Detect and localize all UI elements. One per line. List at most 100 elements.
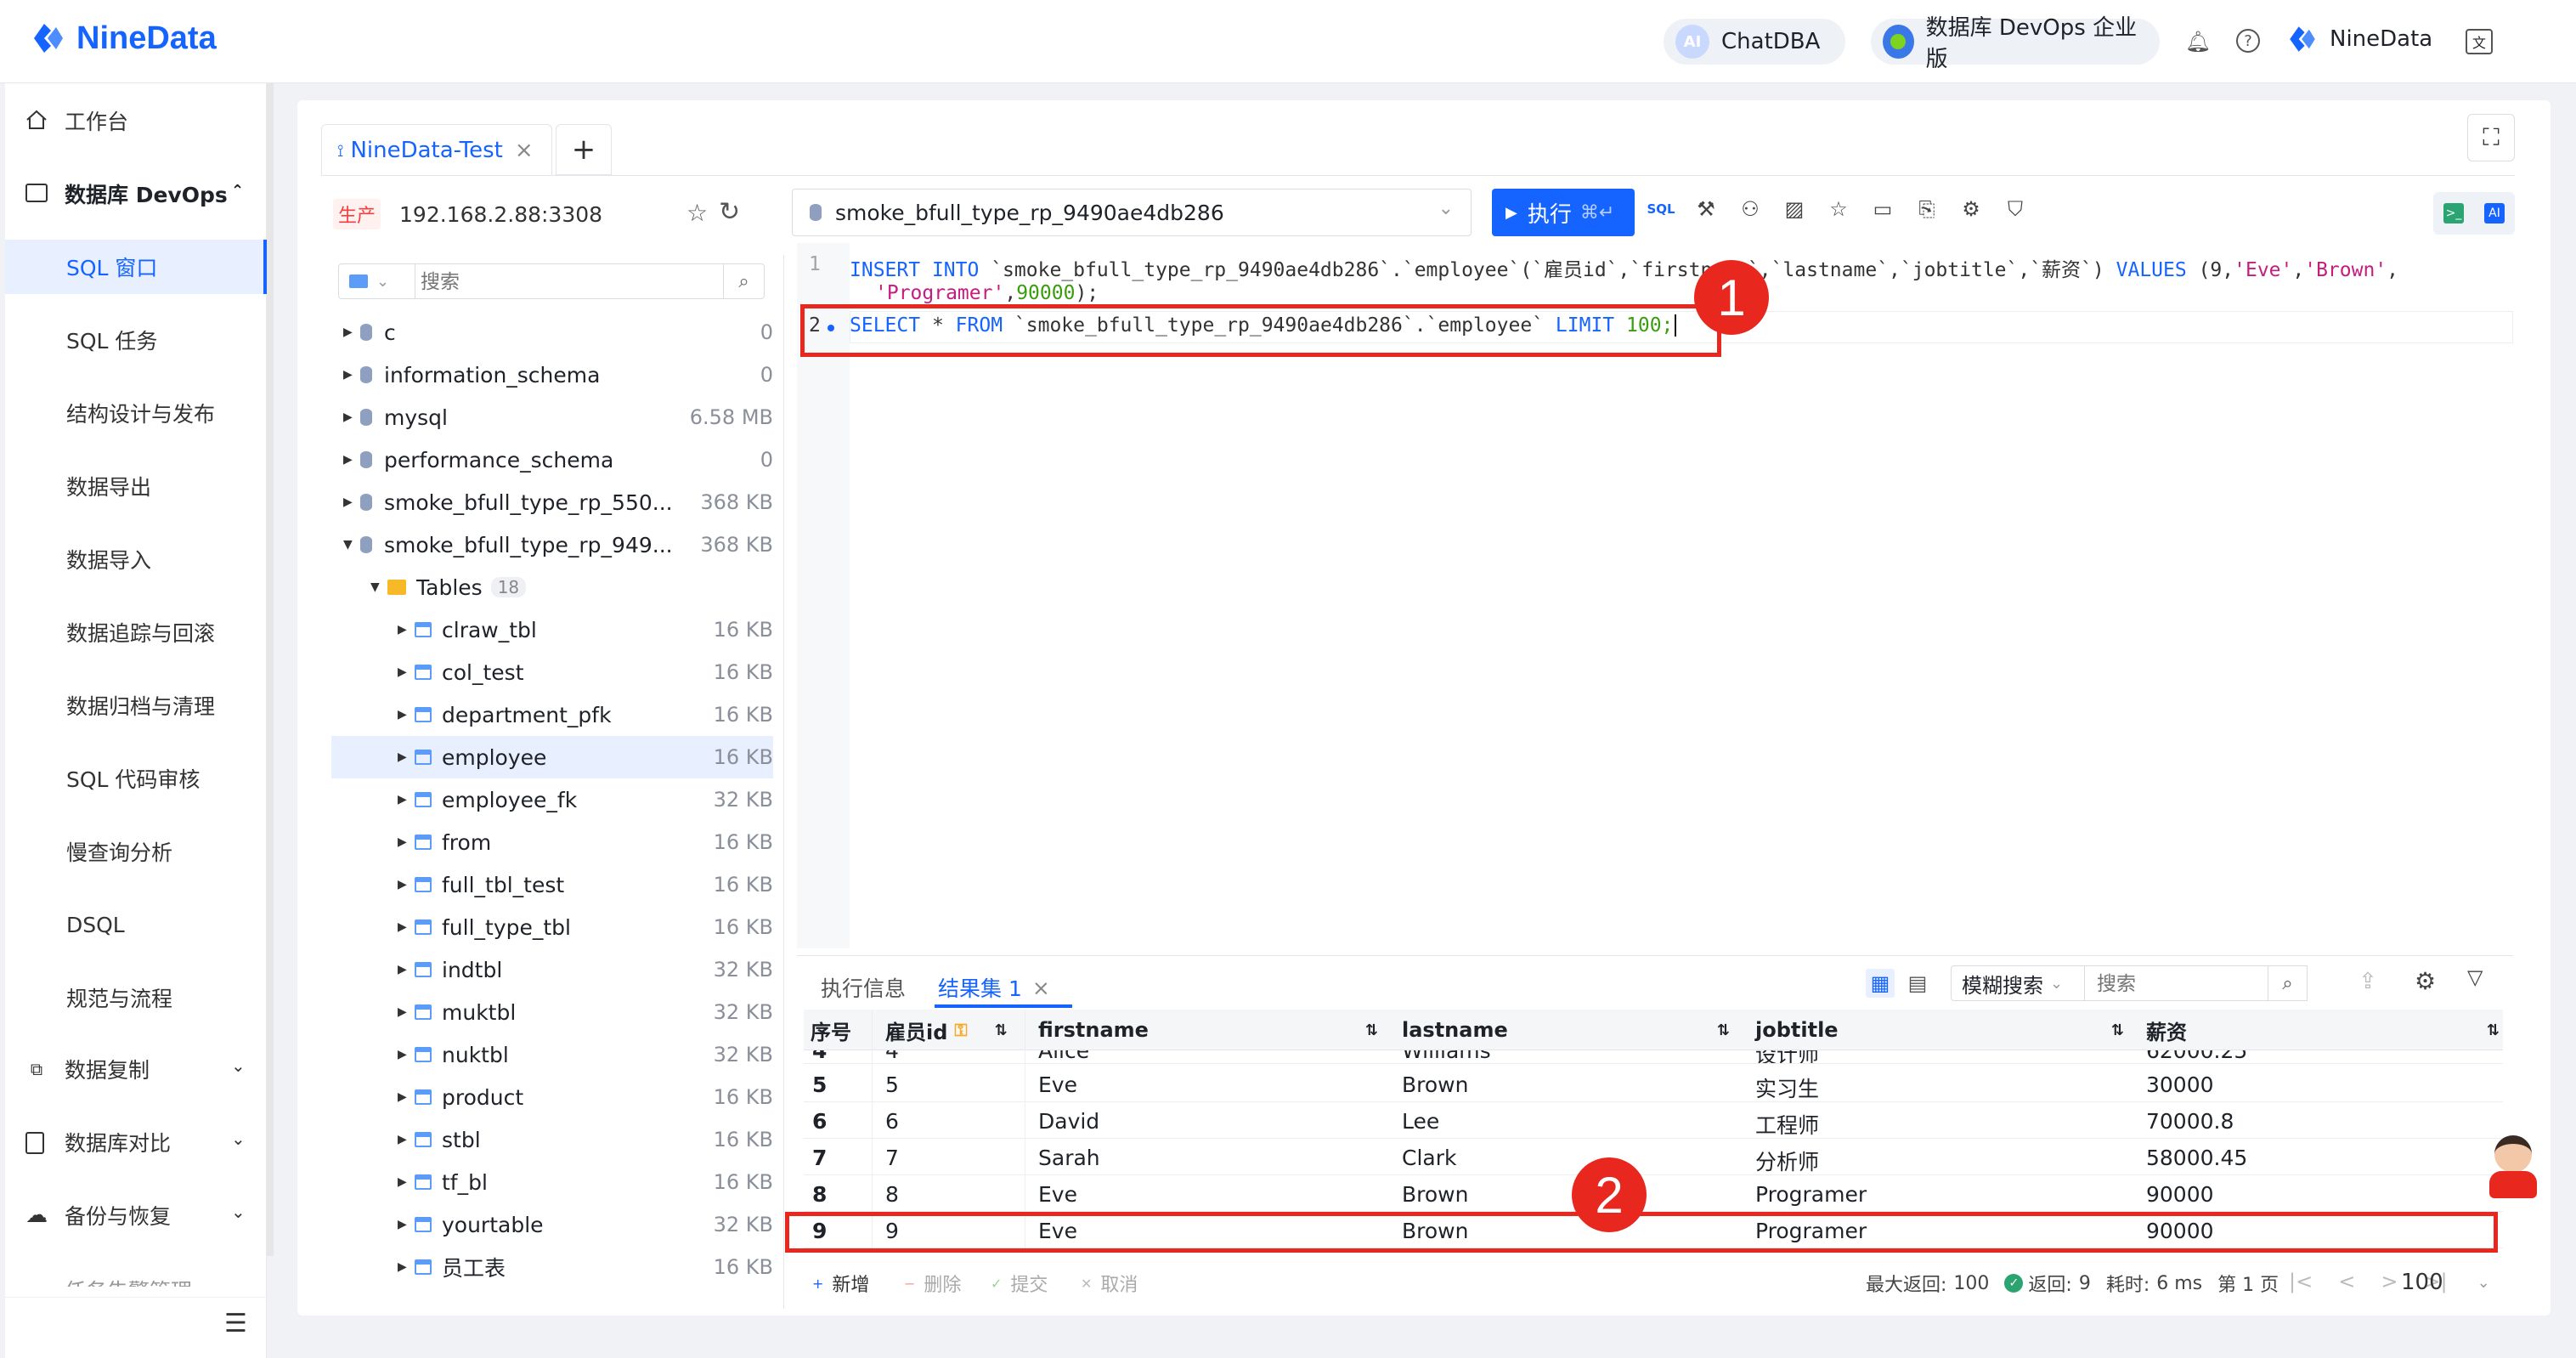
devops-edition-button[interactable]: 数据库 DevOps 企业版 — [1871, 15, 2160, 72]
sort-icon[interactable]: ⇅ — [995, 1021, 1008, 1039]
sidebar-item-sql-task[interactable]: SQL 任务 — [5, 313, 267, 367]
cancel-button[interactable]: ✕ 取消 — [1081, 1270, 1138, 1297]
tree-item-table[interactable]: ▶ col_test 16 KB — [331, 651, 773, 693]
sidebar-item-sql-review[interactable]: SQL 代码审核 — [5, 751, 267, 806]
tree-item-table[interactable]: ▶ tf_bl 16 KB — [331, 1161, 773, 1203]
refresh-icon[interactable]: ↻ — [719, 197, 740, 227]
tree-item-table[interactable]: ▶ full_tbl_test 16 KB — [331, 863, 773, 906]
sidebar-item-data-export[interactable]: 数据导出 — [5, 459, 267, 513]
sidebar-item-data-archive[interactable]: 数据归档与清理 — [5, 678, 267, 733]
tab-result-set[interactable]: 结果集 1 × — [938, 972, 1050, 1003]
collapse-menu-icon[interactable]: ☰ — [224, 1309, 247, 1338]
column-header-firstname[interactable]: firstname ⇅ — [1038, 1010, 1378, 1050]
grid-view-icon[interactable]: ▦ — [1866, 969, 1895, 998]
page-size-select[interactable]: 100 ⌄ — [2401, 1270, 2490, 1295]
tree-item-table[interactable]: ▶ clraw_tbl 16 KB — [331, 608, 773, 651]
close-icon[interactable]: × — [1032, 976, 1050, 1000]
settings-icon[interactable]: ⚙︎ — [1959, 197, 1983, 221]
tree-item-database[interactable]: ▶ smoke_bfull_type_rp_550... 368 KB — [331, 481, 773, 523]
sql-format-icon[interactable]: SQL — [1647, 201, 1675, 217]
add-tab-button[interactable]: + — [556, 124, 612, 175]
sidebar-item-schema-design[interactable]: 结构设计与发布 — [5, 386, 267, 440]
prev-page-icon[interactable]: < — [2338, 1270, 2355, 1293]
tree-item-database[interactable]: ▶ mysql 6.58 MB — [331, 396, 773, 439]
column-header-id[interactable]: 雇员id ⚿ ⇅ — [885, 1010, 1008, 1050]
sidebar-item-dsql[interactable]: DSQL — [5, 897, 267, 952]
sidebar-scrollbar[interactable] — [267, 83, 274, 1256]
column-header-jobtitle[interactable]: jobtitle ⇅ — [1755, 1010, 2124, 1050]
tree-item-table[interactable]: ▶ stbl 16 KB — [331, 1118, 773, 1161]
panel-splitter[interactable] — [783, 255, 784, 1309]
column-header-lastname[interactable]: lastname ⇅ — [1402, 1010, 1730, 1050]
add-row-button[interactable]: + 新增 — [812, 1270, 869, 1297]
bell-icon[interactable]: 🔔︎ — [2185, 29, 2211, 54]
sidebar-item-data-tracking[interactable]: 数据追踪与回滚 — [5, 605, 267, 659]
tree-item-table[interactable]: ▶ full_type_tbl 16 KB — [331, 906, 773, 948]
search-mode-select[interactable]: 模糊搜索 ⌄ — [1951, 965, 2085, 1001]
terminal-icon[interactable]: >_ — [2443, 203, 2464, 224]
support-avatar-icon[interactable] — [2486, 1130, 2540, 1202]
sort-icon[interactable]: ⇅ — [1717, 1021, 1730, 1039]
first-page-icon[interactable]: |< — [2289, 1270, 2313, 1293]
fullscreen-icon[interactable]: ⛶ — [2467, 114, 2515, 161]
favorite-icon[interactable]: ☆ — [1827, 197, 1850, 221]
search-icon[interactable]: ⌕ — [723, 264, 764, 298]
table-row[interactable]: 7 7 Sarah Clark 分析师 58000.45 — [804, 1139, 2503, 1175]
search-icon[interactable]: ⌕ — [2268, 965, 2308, 1001]
tree-item-table[interactable]: ▶ 员工表 16 KB — [331, 1246, 773, 1288]
history-icon[interactable]: ⎘ — [1915, 197, 1939, 221]
execute-button[interactable]: ▶ 执行 ⌘↵ — [1492, 189, 1635, 236]
ai-assistant-icon[interactable]: AI — [2484, 203, 2505, 224]
tab-ninedata-test[interactable]: ⟟ NineData-Test × — [321, 124, 552, 175]
object-type-select[interactable]: ⌄ — [339, 264, 415, 298]
table-row[interactable]: 5 5 Eve Brown 实习生 30000 — [804, 1066, 2503, 1102]
database-select[interactable]: smoke_bfull_type_rp_9490ae4db286 ⌄ — [792, 189, 1472, 236]
sort-icon[interactable]: ⇅ — [2111, 1021, 2124, 1039]
tree-item-table[interactable]: ▶ indtbl 32 KB — [331, 948, 773, 991]
sidebar-group-backup[interactable]: ☁︎ 备份与恢复 ⌄ — [5, 1188, 267, 1242]
language-icon[interactable]: 文 — [2466, 29, 2493, 54]
shield-icon[interactable]: ⛉ — [2003, 197, 2027, 221]
star-icon[interactable]: ☆ — [686, 199, 708, 227]
export-icon[interactable]: ⇪ — [2359, 969, 2377, 994]
column-header-salary[interactable]: 薪资 ⇅ — [2146, 1010, 2500, 1050]
sidebar-item-data-import[interactable]: 数据导入 — [5, 532, 267, 586]
tree-item-table[interactable]: ▶ yourtable 32 KB — [331, 1203, 773, 1246]
user-menu[interactable]: NineData — [2285, 22, 2432, 56]
sort-icon[interactable]: ⇅ — [1365, 1021, 1378, 1039]
collapse-panel-icon[interactable]: ▽ — [2467, 965, 2483, 989]
sidebar-item-slow-query[interactable]: 慢查询分析 — [5, 824, 267, 879]
tree-item-database[interactable]: ▶ c 0 — [331, 311, 773, 354]
table-row[interactable]: 6 6 David Lee 工程师 70000.8 — [804, 1102, 2503, 1139]
form-view-icon[interactable]: ▤ — [1903, 969, 1932, 998]
sidebar-group-devops[interactable]: 数据库 DevOps ⌃ — [5, 167, 267, 221]
sidebar-item-standards[interactable]: 规范与流程 — [5, 970, 267, 1025]
tree-item-table[interactable]: ▶ from 16 KB — [331, 821, 773, 863]
format-brush-icon[interactable]: ⚒︎ — [1694, 197, 1718, 221]
chart-icon[interactable]: ▨ — [1782, 197, 1806, 221]
tree-item-database[interactable]: ▶ information_schema 0 — [331, 354, 773, 396]
tree-item-table[interactable]: ▶ muktbl 32 KB — [331, 991, 773, 1033]
close-icon[interactable]: × — [515, 138, 534, 163]
next-page-icon[interactable]: > — [2381, 1270, 2398, 1293]
sidebar-group-replication[interactable]: ⧉ 数据复制 ⌄ — [5, 1042, 267, 1096]
help-icon[interactable]: ? — [2236, 29, 2260, 53]
tab-execution-info[interactable]: 执行信息 — [821, 972, 906, 1003]
sidebar-item-sql-window[interactable]: SQL 窗口 — [5, 240, 267, 294]
tree-item-tables-folder[interactable]: ▼ Tables 18 — [331, 566, 773, 608]
tree-item-database[interactable]: ▼ smoke_bfull_type_rp_949... 368 KB — [331, 523, 773, 566]
table-row[interactable]: 8 8 Eve Brown Programer 90000 — [804, 1175, 2503, 1212]
sidebar-item-workbench[interactable]: 工作台 — [5, 93, 267, 148]
tree-item-table[interactable]: ▶ nuktbl 32 KB — [331, 1033, 773, 1076]
folder-open-icon[interactable]: ▭ — [1871, 197, 1895, 221]
sidebar-group-alerts[interactable]: 任务告警管理 — [5, 1261, 267, 1287]
submit-button[interactable]: ✓ 提交 — [991, 1270, 1048, 1297]
chatdba-button[interactable]: AI ChatDBA — [1664, 19, 1845, 65]
settings-icon[interactable]: ⚙︎ — [2415, 967, 2436, 995]
tree-item-database[interactable]: ▶ performance_schema 0 — [331, 439, 773, 481]
tree-search-input[interactable] — [421, 268, 718, 295]
tree-item-table[interactable]: ▶ employee_fk 32 KB — [331, 778, 773, 821]
result-search-input[interactable] — [2085, 965, 2268, 1001]
explain-plan-icon[interactable]: ⚇ — [1738, 197, 1762, 221]
sort-icon[interactable]: ⇅ — [2487, 1021, 2500, 1039]
